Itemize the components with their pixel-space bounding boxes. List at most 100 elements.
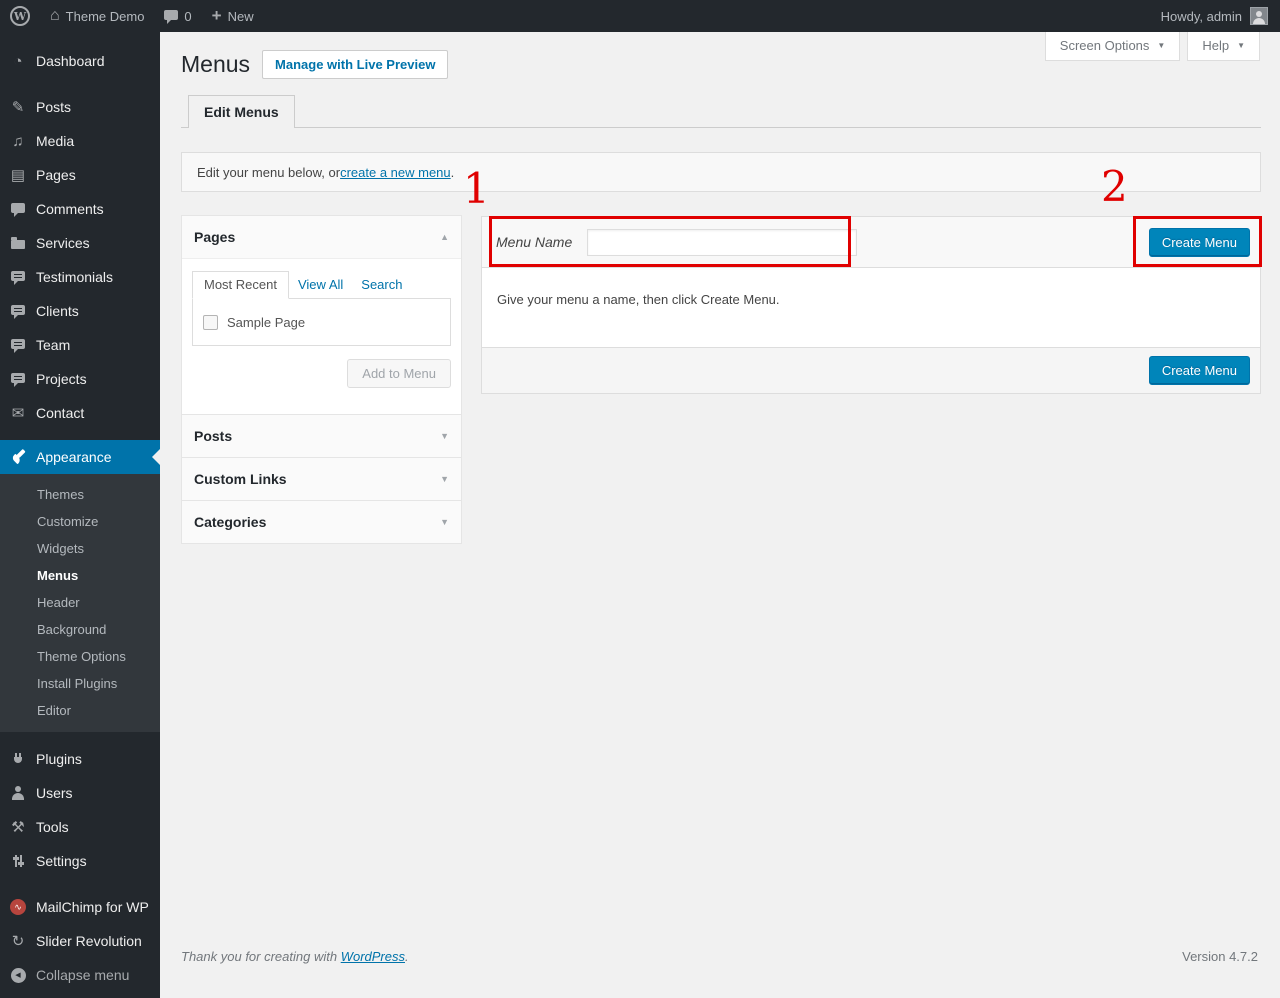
tab-search[interactable]: Search xyxy=(352,271,411,298)
sidebar-item-team[interactable]: Team xyxy=(0,328,160,362)
create-menu-button-top[interactable]: Create Menu xyxy=(1149,228,1250,257)
collapse-menu-button[interactable]: ◀ Collapse menu xyxy=(0,958,160,992)
tab-edit-menus[interactable]: Edit Menus xyxy=(188,95,295,128)
sidebar-item-tools[interactable]: ⚒ Tools xyxy=(0,810,160,844)
sidebar-item-media[interactable]: ♫ Media xyxy=(0,124,160,158)
posts-metabox: Posts ▼ xyxy=(181,414,462,458)
chevron-down-icon: ▼ xyxy=(1157,41,1165,50)
tab-most-recent[interactable]: Most Recent xyxy=(192,271,289,299)
sidebar-label: Media xyxy=(36,133,74,149)
submenu-item-themes[interactable]: Themes xyxy=(0,481,160,508)
home-icon: ⌂ xyxy=(50,7,60,25)
submenu-item-install-plugins[interactable]: Install Plugins xyxy=(0,670,160,697)
categories-metabox-header[interactable]: Categories ▼ xyxy=(182,501,461,543)
help-button[interactable]: Help ▼ xyxy=(1187,32,1260,61)
manage-live-preview-button[interactable]: Manage with Live Preview xyxy=(262,50,448,79)
submenu-item-editor[interactable]: Editor xyxy=(0,697,160,724)
sidebar-item-settings[interactable]: Settings xyxy=(0,844,160,878)
posts-metabox-header[interactable]: Posts ▼ xyxy=(182,415,461,457)
user-icon xyxy=(8,786,28,800)
sidebar-item-testimonials[interactable]: Testimonials xyxy=(0,260,160,294)
plug-icon xyxy=(8,752,28,766)
add-to-menu-button[interactable]: Add to Menu xyxy=(347,359,451,388)
categories-metabox: Categories ▼ xyxy=(181,500,462,544)
collapse-down-icon[interactable]: ▼ xyxy=(440,431,449,441)
dashboard-icon: ◔ xyxy=(8,53,28,70)
menu-editor-footer: Create Menu xyxy=(482,347,1260,393)
sidebar-item-slider-revolution[interactable]: ↻ Slider Revolution xyxy=(0,924,160,958)
collapse-up-icon[interactable]: ▲ xyxy=(440,232,449,242)
sample-page-checkbox[interactable] xyxy=(203,315,218,330)
chevron-down-icon: ▼ xyxy=(1237,41,1245,50)
sidebar-label: Settings xyxy=(36,853,87,869)
plus-icon: + xyxy=(212,6,222,26)
manage-menus-notice: Edit your menu below, or create a new me… xyxy=(181,152,1261,192)
sidebar-label: Pages xyxy=(36,167,76,183)
submenu-item-menus[interactable]: Menus xyxy=(0,562,160,589)
submenu-item-widgets[interactable]: Widgets xyxy=(0,535,160,562)
sidebar-item-appearance[interactable]: Appearance xyxy=(0,440,160,474)
new-label: New xyxy=(228,9,254,24)
sidebar-item-plugins[interactable]: Plugins xyxy=(0,742,160,776)
sidebar-item-projects[interactable]: Projects xyxy=(0,362,160,396)
sidebar-item-contact[interactable]: ✉ Contact xyxy=(0,396,160,430)
active-menu-arrow xyxy=(152,449,160,465)
site-name-label: Theme Demo xyxy=(66,9,145,24)
screen-options-button[interactable]: Screen Options ▼ xyxy=(1045,32,1181,61)
custom-links-metabox-header[interactable]: Custom Links ▼ xyxy=(182,458,461,500)
sidebar-item-comments[interactable]: Comments xyxy=(0,192,160,226)
sidebar-item-posts[interactable]: ✎ Posts xyxy=(0,90,160,124)
comment-count: 0 xyxy=(184,9,191,24)
version-label: Version 4.7.2 xyxy=(1182,949,1258,964)
sidebar-label: Appearance xyxy=(36,449,112,465)
pages-metabox-header[interactable]: Pages ▲ xyxy=(182,216,461,258)
wordpress-logo-menu[interactable]: W xyxy=(0,0,40,32)
sidebar-label: Comments xyxy=(36,201,104,217)
mailchimp-icon: ∿ xyxy=(8,899,28,915)
submenu-item-theme-options[interactable]: Theme Options xyxy=(0,643,160,670)
brush-icon xyxy=(8,449,28,465)
site-name-link[interactable]: ⌂ Theme Demo xyxy=(40,0,154,32)
slider-revolution-icon: ↻ xyxy=(8,932,28,950)
sidebar-item-pages[interactable]: ▤ Pages xyxy=(0,158,160,192)
create-menu-button-bottom[interactable]: Create Menu xyxy=(1149,356,1250,385)
create-new-menu-link[interactable]: create a new menu xyxy=(340,165,451,180)
media-icon: ♫ xyxy=(8,133,28,150)
tab-view-all[interactable]: View All xyxy=(289,271,352,298)
sidebar-label: Services xyxy=(36,235,90,251)
collapse-down-icon[interactable]: ▼ xyxy=(440,517,449,527)
submenu-item-background[interactable]: Background xyxy=(0,616,160,643)
sidebar-label: Dashboard xyxy=(36,53,105,69)
sidebar-item-services[interactable]: Services xyxy=(0,226,160,260)
submenu-item-customize[interactable]: Customize xyxy=(0,508,160,535)
admin-sidebar: ◔ Dashboard ✎ Posts ♫ Media ▤ Pages Comm… xyxy=(0,32,160,998)
menu-name-input[interactable] xyxy=(587,229,857,256)
wordpress-footer-link[interactable]: WordPress xyxy=(341,949,405,964)
help-label: Help xyxy=(1202,38,1229,53)
notice-text-after: . xyxy=(451,165,455,180)
sidebar-label: Slider Revolution xyxy=(36,933,142,949)
new-content-menu[interactable]: + New xyxy=(202,0,264,32)
menu-name-label: Menu Name xyxy=(496,234,572,250)
sidebar-item-dashboard[interactable]: ◔ Dashboard xyxy=(0,44,160,78)
posts-metabox-title: Posts xyxy=(194,428,232,444)
menu-items-column: Pages ▲ Most Recent View All Search Samp… xyxy=(181,216,462,544)
menu-instruction-text: Give your menu a name, then click Create… xyxy=(497,292,780,307)
page-title: Menus xyxy=(181,50,250,80)
custom-links-metabox: Custom Links ▼ xyxy=(181,457,462,501)
page-checklist: Sample Page xyxy=(192,298,451,346)
user-avatar[interactable] xyxy=(1250,7,1268,25)
comments-shortcut[interactable]: 0 xyxy=(154,0,201,32)
sidebar-item-users[interactable]: Users xyxy=(0,776,160,810)
sidebar-item-mailchimp[interactable]: ∿ MailChimp for WP xyxy=(0,890,160,924)
submenu-item-header[interactable]: Header xyxy=(0,589,160,616)
pages-metabox-body: Most Recent View All Search Sample Page … xyxy=(182,258,461,414)
collapse-label: Collapse menu xyxy=(36,967,129,983)
sidebar-label: Testimonials xyxy=(36,269,113,285)
pages-icon: ▤ xyxy=(8,166,28,184)
howdy-admin-link[interactable]: Howdy, admin xyxy=(1161,9,1242,24)
collapse-down-icon[interactable]: ▼ xyxy=(440,474,449,484)
sidebar-label: Plugins xyxy=(36,751,82,767)
envelope-icon: ✉ xyxy=(8,404,28,422)
sidebar-item-clients[interactable]: Clients xyxy=(0,294,160,328)
